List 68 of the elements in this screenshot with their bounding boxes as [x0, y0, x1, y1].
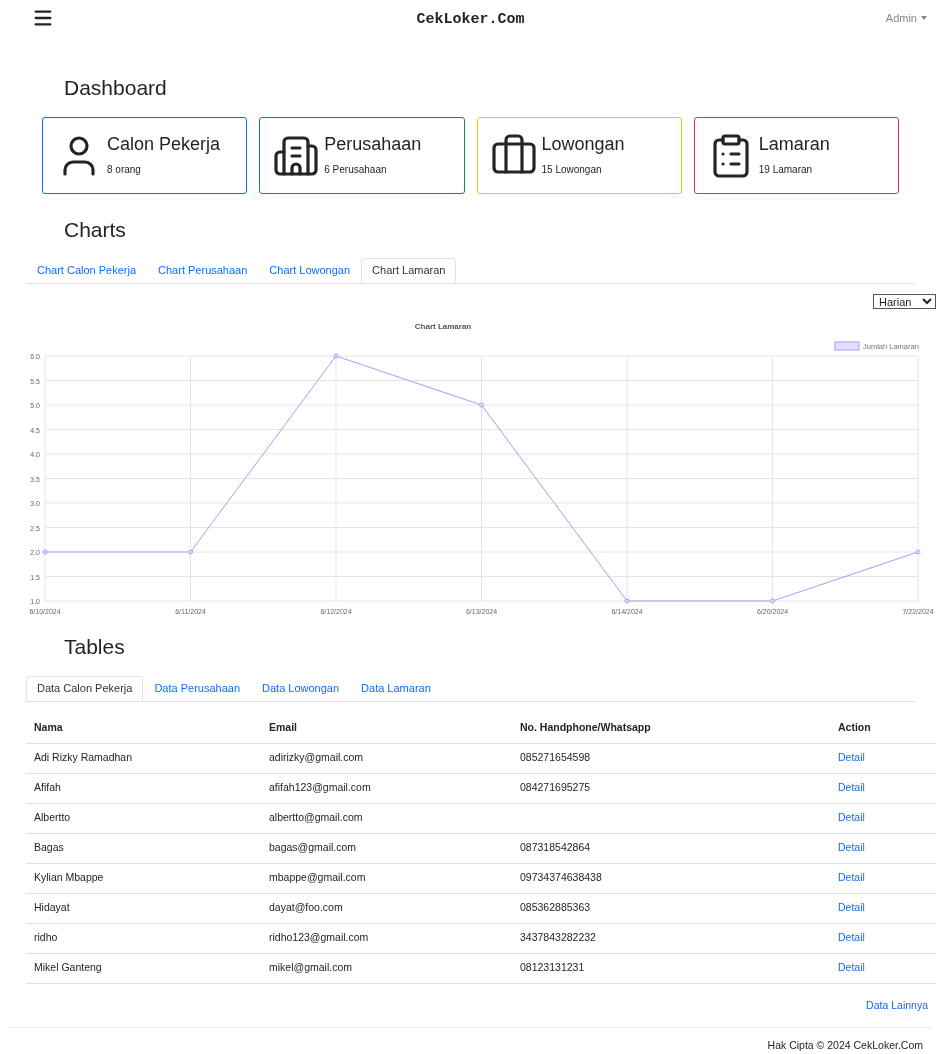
footer-text: Hak Cipta © 2024 CekLoker.Com	[767, 1038, 923, 1054]
tab[interactable]: Chart Calon Pekerja	[26, 257, 148, 283]
table-cell: mikel@gmail.com	[269, 953, 520, 983]
tab[interactable]: Chart Lowongan	[258, 257, 362, 283]
table-cell: adirizky@gmail.com	[269, 743, 520, 773]
table-cell: 09734374638438	[520, 863, 838, 893]
chart-title: Chart Lamaran	[414, 321, 472, 331]
table-cell: bagas@gmail.com	[269, 833, 520, 863]
tab[interactable]: Data Calon Pekerja	[26, 676, 144, 701]
data-point	[915, 549, 921, 554]
column-header: Nama	[26, 714, 269, 743]
table-cell: mbappe@gmail.com	[269, 863, 520, 893]
card-count: 6 Perusahaan	[324, 162, 388, 177]
more-link[interactable]: Data Lainnya	[866, 997, 928, 1014]
tab[interactable]: Data Lamaran	[350, 676, 442, 701]
table-cell: 085271654598	[520, 743, 838, 773]
table-cell: 085362885363	[520, 893, 838, 923]
card-count: 15 Lowongan	[541, 162, 603, 177]
detail-link[interactable]: Detail	[838, 961, 865, 974]
table-cell: 084271695275	[520, 773, 838, 803]
brand-title[interactable]: CekLoker.Com	[416, 9, 525, 32]
data-point	[770, 598, 775, 603]
table-cell: Kylian Mbappe	[26, 863, 269, 893]
data-point	[333, 353, 339, 358]
tab[interactable]: Data Lowongan	[251, 676, 351, 701]
tab[interactable]: Chart Perusahaan	[147, 257, 259, 283]
data-point	[188, 549, 193, 554]
column-header: Email	[269, 714, 520, 743]
detail-link[interactable]: Detail	[838, 811, 865, 824]
column-header: No. Handphone/Whatsapp	[520, 714, 838, 743]
table-cell: albertto@gmail.com	[269, 803, 520, 833]
table-cell: Albertto	[26, 803, 269, 833]
table-cell: 08123131231	[520, 953, 838, 983]
table-cell: Mikel Ganteng	[26, 953, 269, 983]
section-heading: Dashboard	[64, 74, 168, 101]
detail-link[interactable]: Detail	[838, 781, 865, 794]
table-cell: ridho	[26, 923, 269, 953]
section-heading: Tables	[64, 633, 126, 660]
tab[interactable]: Data Perusahaan	[143, 676, 251, 701]
table-cell: afifah123@gmail.com	[269, 773, 520, 803]
detail-link[interactable]: Detail	[838, 751, 865, 764]
data-point	[624, 598, 630, 603]
table-cell: Afifah	[26, 773, 269, 803]
card-title: Calon Pekerja	[107, 132, 221, 156]
detail-link[interactable]: Detail	[838, 931, 865, 944]
table-cell: Hidayat	[26, 893, 269, 923]
card-title: Perusahaan	[324, 132, 422, 156]
card-count: 19 Lamaran	[758, 162, 814, 177]
card-title: Lowongan	[541, 132, 625, 156]
card-count: 8 orang	[107, 162, 142, 177]
detail-link[interactable]: Detail	[838, 871, 865, 884]
table-cell: 087318542864	[520, 833, 838, 863]
detail-link[interactable]: Detail	[838, 841, 865, 854]
caret-icon	[921, 15, 927, 20]
period-select[interactable]: Harian	[873, 293, 936, 309]
table-cell: Bagas	[26, 833, 269, 863]
data-point	[479, 402, 484, 407]
table-cell: dayat@foo.com	[269, 893, 520, 923]
column-header: Action	[838, 714, 936, 743]
detail-link[interactable]: Detail	[838, 901, 865, 914]
card-title: Lamaran	[758, 132, 830, 156]
table-cell: 3437843282232	[520, 923, 838, 953]
data-point	[42, 549, 48, 554]
user-dropdown[interactable]: Admin	[885, 9, 927, 26]
tab[interactable]: Chart Lamaran	[361, 257, 457, 283]
section-heading: Charts	[64, 217, 127, 243]
table-cell: Adi Rizky Ramadhan	[26, 743, 269, 773]
table-cell: ridho123@gmail.com	[269, 923, 520, 953]
